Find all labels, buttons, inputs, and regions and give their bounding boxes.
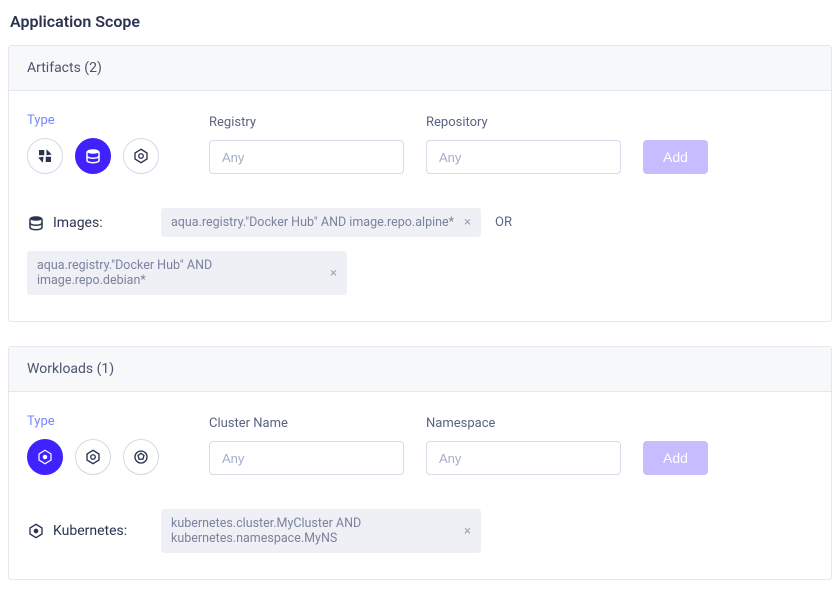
workloads-panel: Workloads (1) Type Cluster Name <box>8 346 832 580</box>
namespace-label: Namespace <box>426 416 621 431</box>
remove-chip-icon[interactable]: × <box>330 267 337 280</box>
workload-filter-chip: kubernetes.cluster.MyCluster AND kuberne… <box>161 509 481 553</box>
page-title: Application Scope <box>10 12 832 31</box>
workloads-add-button[interactable]: Add <box>643 441 708 475</box>
artifacts-type-label: Type <box>27 113 187 128</box>
workload-type-app-icon[interactable] <box>123 439 159 475</box>
remove-chip-icon[interactable]: × <box>464 216 471 229</box>
artifacts-panel: Artifacts (2) Type Registry <box>8 45 832 322</box>
or-label: OR <box>495 215 512 230</box>
artifacts-header: Artifacts (2) <box>9 46 831 91</box>
registry-input[interactable] <box>209 140 404 174</box>
namespace-input[interactable] <box>426 441 621 475</box>
cluster-label: Cluster Name <box>209 416 404 431</box>
artifact-type-function-icon[interactable] <box>27 138 63 174</box>
artifact-filter-chip: aqua.registry."Docker Hub" AND image.rep… <box>161 208 481 237</box>
workload-type-kubernetes-icon[interactable] <box>27 439 63 475</box>
artifact-type-package-icon[interactable] <box>123 138 159 174</box>
kubernetes-summary-label: Kubernetes: <box>27 522 147 540</box>
artifact-filter-chip: aqua.registry."Docker Hub" AND image.rep… <box>27 251 347 295</box>
repository-label: Repository <box>426 115 621 130</box>
workload-type-container-icon[interactable] <box>75 439 111 475</box>
kubernetes-icon <box>27 522 45 540</box>
registry-label: Registry <box>209 115 404 130</box>
images-summary-label: Images: <box>27 214 147 232</box>
artifact-type-image-icon[interactable] <box>75 138 111 174</box>
chip-text: aqua.registry."Docker Hub" AND image.rep… <box>171 215 454 230</box>
remove-chip-icon[interactable]: × <box>464 525 471 538</box>
chip-text: kubernetes.cluster.MyCluster AND kuberne… <box>171 516 454 546</box>
workloads-header: Workloads (1) <box>9 347 831 392</box>
database-icon <box>27 214 45 232</box>
cluster-input[interactable] <box>209 441 404 475</box>
workloads-type-label: Type <box>27 414 187 429</box>
repository-input[interactable] <box>426 140 621 174</box>
artifacts-add-button[interactable]: Add <box>643 140 708 174</box>
chip-text: aqua.registry."Docker Hub" AND image.rep… <box>37 258 320 288</box>
